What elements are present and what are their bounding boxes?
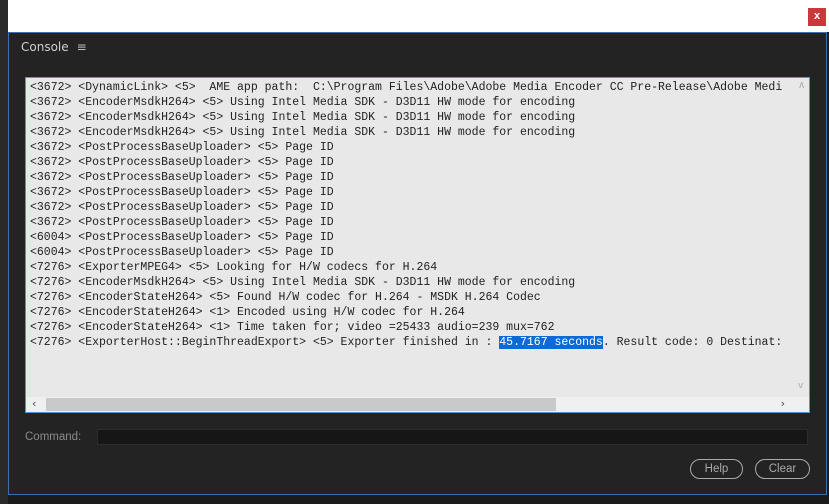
log-text: <7276> <ExporterHost::BeginThreadExport>…	[30, 336, 500, 349]
selected-text: 45.7167 seconds	[499, 336, 603, 349]
log-line: <7276> <ExporterHost::BeginThreadExport>…	[30, 335, 793, 350]
log-line: <7276> <EncoderStateH264> <5> Found H/W …	[30, 291, 541, 304]
log-line: <7276> <ExporterMPEG4> <5> Looking for H…	[30, 261, 438, 274]
log-line: <3672> <PostProcessBaseUploader> <5> Pag…	[30, 186, 334, 199]
scroll-up-icon[interactable]: ∧	[798, 80, 805, 91]
log-line: <3672> <PostProcessBaseUploader> <5> Pag…	[30, 216, 334, 229]
console-log[interactable]: <3672> <DynamicLink> <5> AME app path: C…	[25, 77, 810, 413]
log-line: <3672> <PostProcessBaseUploader> <5> Pag…	[30, 171, 334, 184]
log-text: . Result code: 0 Destinat:	[602, 336, 783, 349]
hamburger-menu-icon[interactable]: ≡	[77, 40, 87, 54]
log-lines: <3672> <DynamicLink> <5> AME app path: C…	[30, 80, 793, 396]
log-line: <6004> <PostProcessBaseUploader> <5> Pag…	[30, 231, 334, 244]
log-line: <3672> <EncoderMsdkH264> <5> Using Intel…	[30, 96, 576, 109]
command-input[interactable]	[97, 429, 808, 445]
horizontal-scroll-thumb[interactable]	[46, 398, 556, 411]
log-line: <3672> <PostProcessBaseUploader> <5> Pag…	[30, 156, 334, 169]
console-header: Console ≡	[21, 40, 87, 54]
horizontal-scrollbar[interactable]: ‹ ›	[26, 397, 809, 412]
log-line: <3672> <EncoderMsdkH264> <5> Using Intel…	[30, 111, 576, 124]
log-line: <7276> <EncoderMsdkH264> <5> Using Intel…	[30, 276, 576, 289]
scroll-left-icon[interactable]: ‹	[32, 397, 36, 410]
console-dialog: Console ≡ <3672> <DynamicLink> <5> AME ap…	[8, 32, 827, 495]
log-line: <3672> <PostProcessBaseUploader> <5> Pag…	[30, 141, 334, 154]
help-button[interactable]: Help	[690, 459, 743, 479]
close-button[interactable]: x	[808, 8, 826, 26]
command-label: Command:	[25, 431, 82, 443]
title-bar	[8, 0, 829, 32]
vertical-scrollbar[interactable]: ∧ v	[795, 78, 809, 397]
scroll-down-icon[interactable]: v	[798, 381, 803, 391]
log-line: <3672> <EncoderMsdkH264> <5> Using Intel…	[30, 126, 576, 139]
background-app	[0, 0, 8, 504]
log-line: <3672> <PostProcessBaseUploader> <5> Pag…	[30, 201, 334, 214]
log-line: <6004> <PostProcessBaseUploader> <5> Pag…	[30, 246, 334, 259]
log-line: <7276> <EncoderStateH264> <1> Encoded us…	[30, 306, 465, 319]
log-line: <7276> <EncoderStateH264> <1> Time taken…	[30, 321, 555, 334]
scroll-right-icon[interactable]: ›	[781, 397, 785, 410]
clear-button[interactable]: Clear	[755, 459, 810, 479]
log-line: <3672> <DynamicLink> <5> AME app path: C…	[30, 81, 783, 94]
console-title: Console	[21, 40, 69, 54]
